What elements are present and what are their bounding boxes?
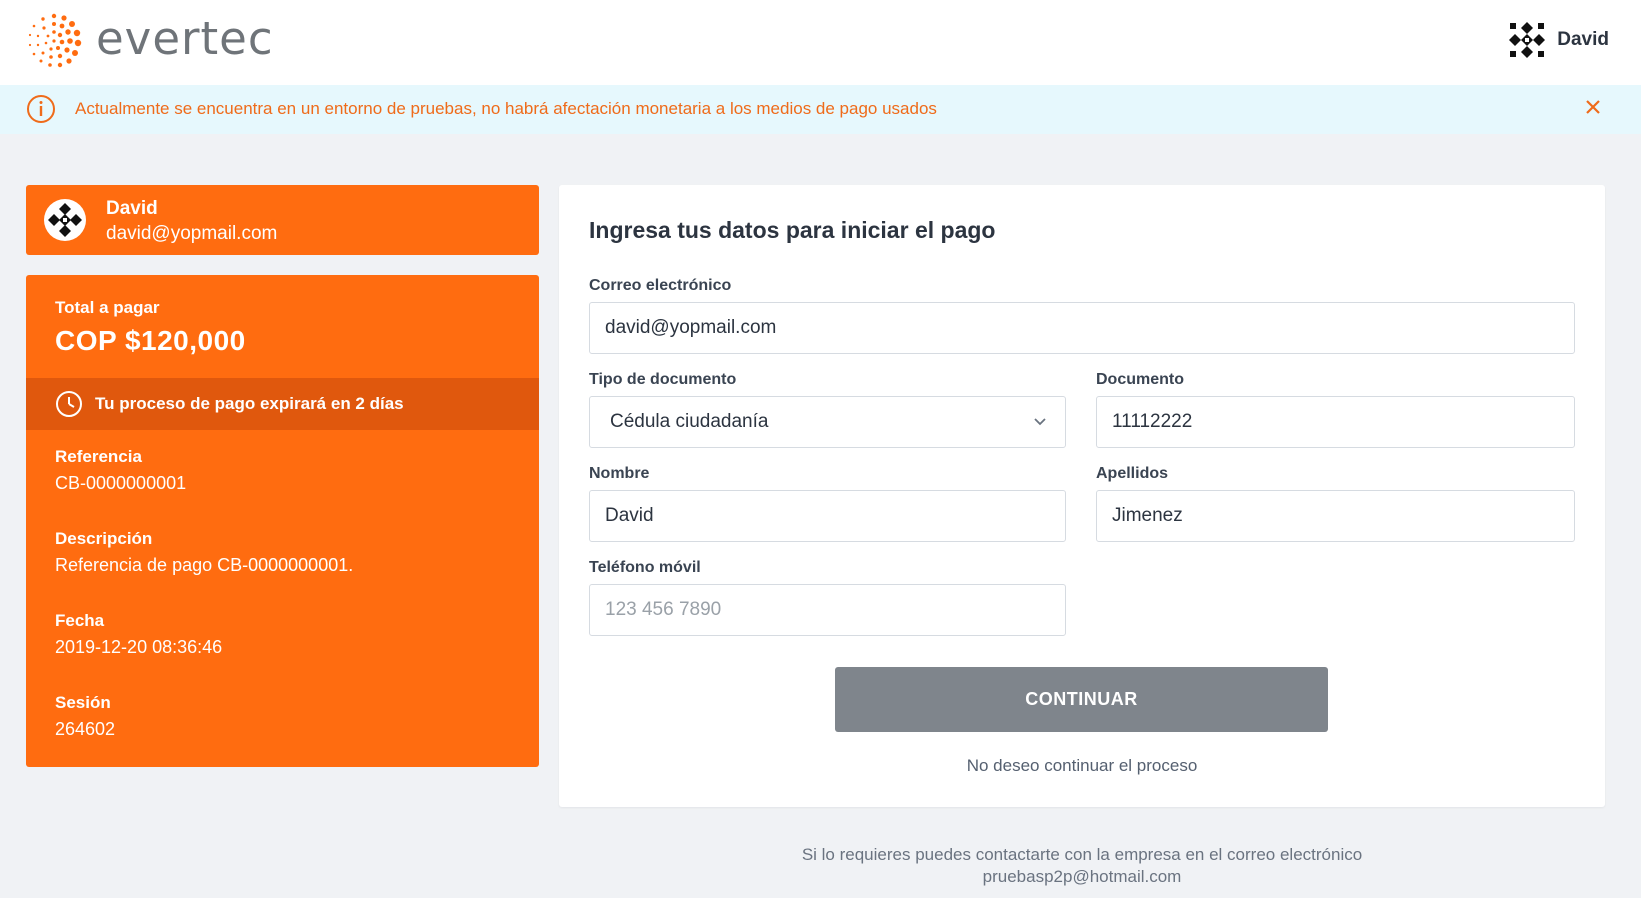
- geometric-avatar-icon: [1507, 20, 1548, 60]
- document-label: Documento: [1096, 371, 1184, 388]
- cancel-process-link[interactable]: No deseo continuar el proceso: [559, 756, 1605, 776]
- lastname-label: Apellidos: [1096, 465, 1169, 482]
- doc-type-value: Cédula ciudadanía: [610, 411, 769, 432]
- logo-wordmark: evertec: [96, 11, 274, 65]
- phone-label: Teléfono móvil: [589, 559, 701, 576]
- date-label: Fecha: [55, 611, 105, 630]
- email-label: Correo electrónico: [589, 277, 732, 294]
- payment-summary-card: Total a pagar COP $120,000 Tu proceso de…: [26, 275, 539, 767]
- user-menu[interactable]: David: [1507, 20, 1609, 60]
- description-label: Descripción: [55, 529, 153, 548]
- close-icon[interactable]: [1581, 95, 1605, 119]
- top-bar: evertec David: [0, 0, 1641, 85]
- chevron-down-icon: [1034, 418, 1046, 426]
- clock-icon: [56, 391, 82, 417]
- user-card-email: david@yopmail.com: [106, 223, 278, 244]
- info-circle-icon: [27, 95, 55, 123]
- banner-message: Actualmente se encuentra en un entorno d…: [75, 99, 937, 118]
- name-field[interactable]: David: [589, 490, 1066, 542]
- description-value: Referencia de pago CB-0000000001.: [55, 555, 354, 575]
- doc-type-select[interactable]: Cédula ciudadanía: [589, 396, 1066, 448]
- email-field[interactable]: david@yopmail.com: [589, 302, 1575, 354]
- total-amount: COP $120,000: [55, 325, 246, 356]
- reference-label: Referencia: [55, 447, 142, 466]
- phone-field[interactable]: 123 456 7890: [589, 584, 1066, 636]
- expiry-notice: Tu proceso de pago expirará en 2 días: [26, 378, 539, 430]
- geometric-avatar-icon: [44, 199, 86, 241]
- payer-form-card: Ingresa tus datos para iniciar el pago C…: [559, 185, 1605, 807]
- continue-button[interactable]: CONTINUAR: [835, 667, 1328, 732]
- header-user-name: David: [1557, 29, 1609, 50]
- name-label: Nombre: [589, 465, 650, 482]
- user-card: David david@yopmail.com: [26, 185, 539, 255]
- user-card-name: David: [106, 198, 158, 219]
- session-value: 264602: [55, 719, 116, 739]
- footer-contact-text: Si lo requieres puedes contactarte con l…: [801, 845, 1363, 864]
- date-value: 2019-12-20 08:36:46: [55, 637, 223, 657]
- lastname-field[interactable]: Jimenez: [1096, 490, 1575, 542]
- doc-type-label: Tipo de documento: [589, 371, 737, 388]
- test-environment-banner: Actualmente se encuentra en un entorno d…: [0, 85, 1641, 134]
- expiry-text: Tu proceso de pago expirará en 2 días: [95, 394, 404, 413]
- form-title: Ingresa tus datos para iniciar el pago: [589, 217, 996, 243]
- session-label: Sesión: [55, 693, 111, 712]
- contact-footer: Si lo requieres puedes contactarte con l…: [559, 844, 1605, 888]
- reference-value: CB-0000000001: [55, 473, 187, 493]
- document-field[interactable]: 11112222: [1096, 396, 1575, 448]
- evertec-logo[interactable]: evertec: [26, 12, 274, 68]
- evertec-dots-icon: [28, 13, 82, 68]
- total-label: Total a pagar: [55, 298, 160, 317]
- footer-contact-email[interactable]: pruebasp2p@hotmail.com: [559, 866, 1605, 888]
